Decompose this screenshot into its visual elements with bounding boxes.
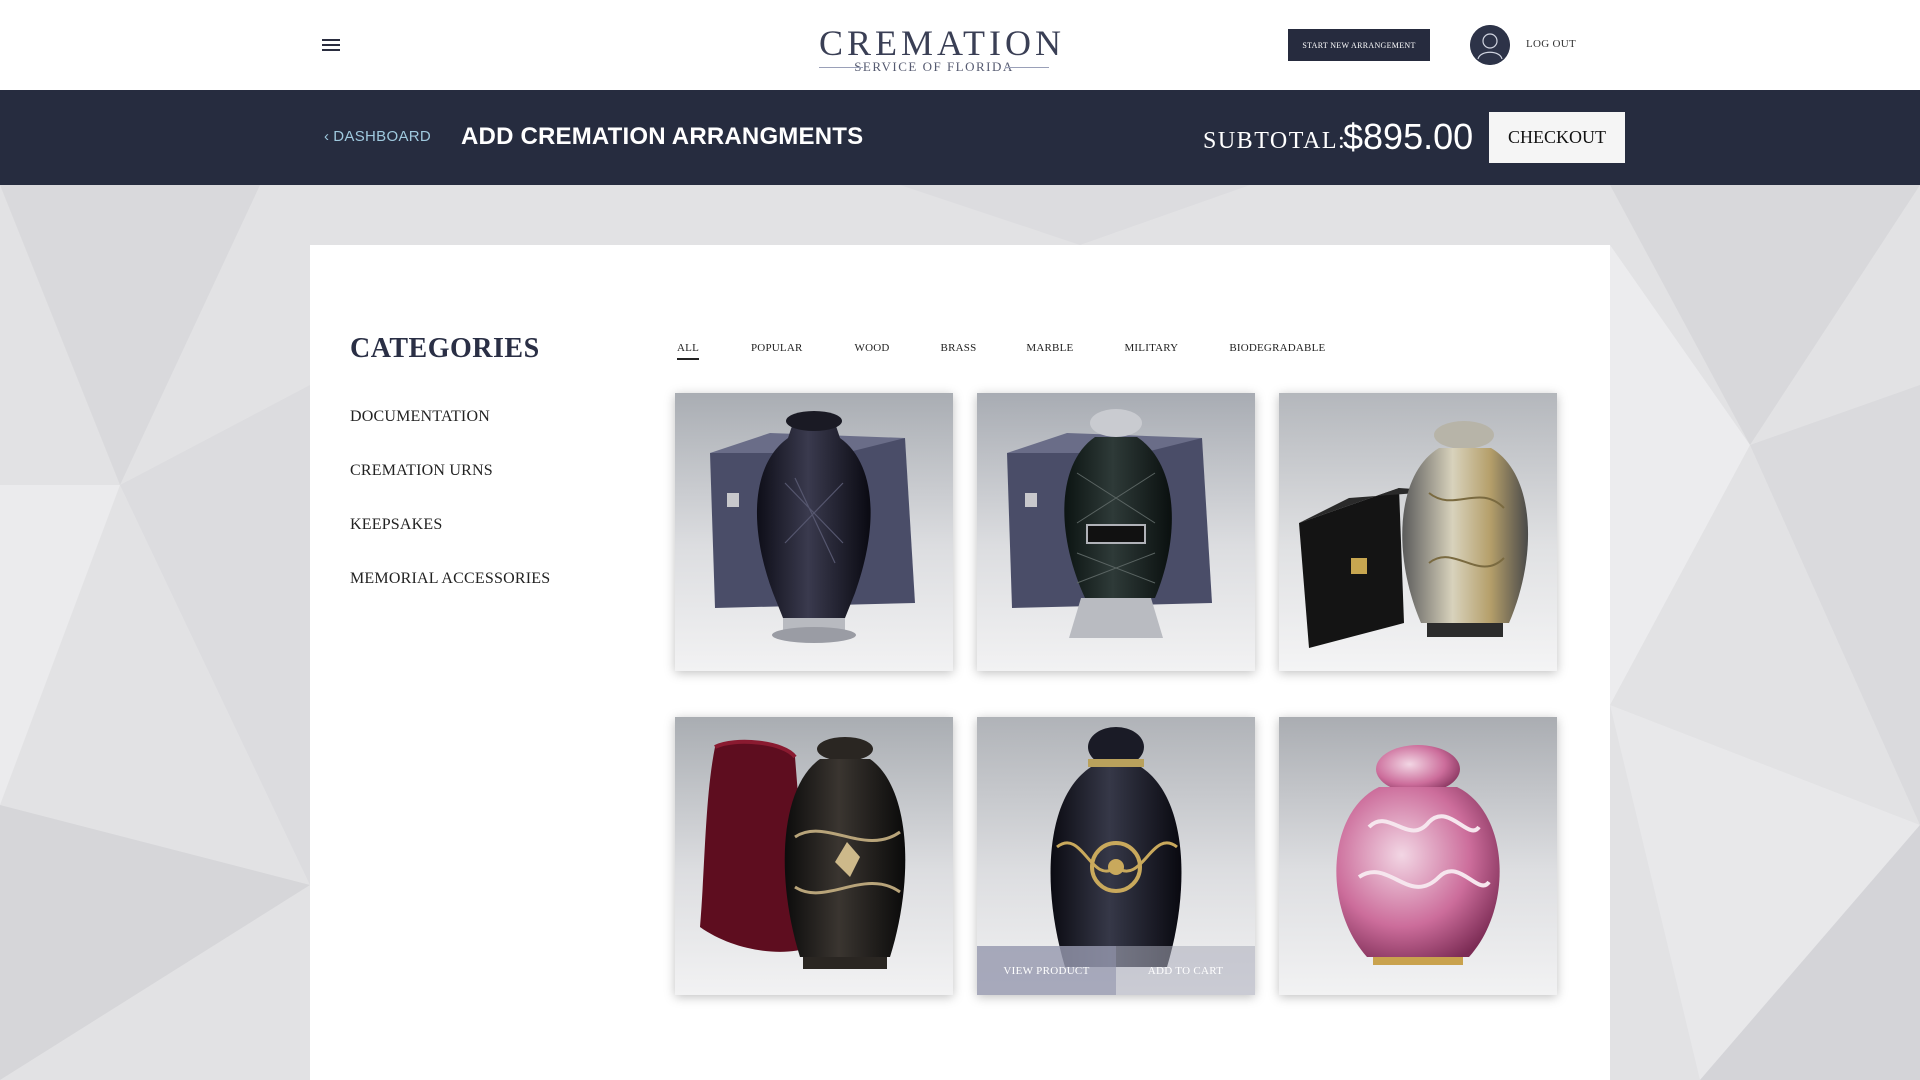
- product-image: [675, 393, 953, 671]
- product-image: [1279, 717, 1557, 995]
- menu-icon[interactable]: [322, 36, 344, 54]
- subtotal-label: SUBTOTAL:: [1203, 128, 1347, 154]
- product-image: [977, 393, 1255, 671]
- chevron-left-icon: ‹: [324, 128, 330, 145]
- categories-heading: CATEGORIES: [350, 333, 540, 364]
- subtotal-value: $895.00: [1343, 116, 1474, 157]
- add-to-cart-button[interactable]: ADD TO CART: [1116, 946, 1255, 995]
- filter-brass[interactable]: BRASS: [941, 342, 977, 360]
- filter-military[interactable]: MILITARY: [1124, 342, 1178, 360]
- dashboard-back-link[interactable]: ‹ DASHBOARD: [324, 128, 431, 145]
- product-hover-actions: VIEW PRODUCT ADD TO CART: [977, 946, 1255, 995]
- filter-tabs: ALL POPULAR WOOD BRASS MARBLE MILITARY B…: [662, 342, 1325, 360]
- category-memorial-accessories[interactable]: MEMORIAL ACCESSORIES: [350, 570, 550, 588]
- filter-all[interactable]: ALL: [677, 342, 699, 360]
- filter-marble[interactable]: MARBLE: [1026, 342, 1073, 360]
- product-card[interactable]: [1279, 393, 1557, 671]
- category-list: DOCUMENTATION CREMATION URNS KEEPSAKES M…: [350, 408, 550, 624]
- content-card: CATEGORIES DOCUMENTATION CREMATION URNS …: [310, 245, 1610, 1080]
- page-header-bar: ‹ DASHBOARD ADD CREMATION ARRANGMENTS SU…: [0, 90, 1920, 185]
- view-product-button[interactable]: VIEW PRODUCT: [977, 946, 1116, 995]
- product-card[interactable]: VIEW PRODUCT ADD TO CART: [977, 717, 1255, 995]
- product-image: [675, 717, 953, 995]
- logout-link[interactable]: LOG OUT: [1526, 38, 1576, 50]
- top-header: CREMATION SERVICE OF FLORIDA START NEW A…: [0, 0, 1920, 90]
- logo-subtitle: SERVICE OF FLORIDA: [819, 59, 1049, 75]
- category-cremation-urns[interactable]: CREMATION URNS: [350, 462, 550, 480]
- product-card[interactable]: [977, 393, 1255, 671]
- filter-popular[interactable]: POPULAR: [751, 342, 803, 360]
- logo-title: CREMATION: [819, 23, 1066, 63]
- dashboard-link-label: DASHBOARD: [333, 128, 432, 145]
- start-new-arrangement-button[interactable]: START NEW ARRANGEMENT: [1288, 29, 1430, 61]
- filter-wood[interactable]: WOOD: [855, 342, 890, 360]
- product-card[interactable]: [675, 717, 953, 995]
- category-keepsakes[interactable]: KEEPSAKES: [350, 516, 550, 534]
- product-image: [1279, 393, 1557, 671]
- user-avatar-icon[interactable]: [1470, 25, 1510, 65]
- page-title: ADD CREMATION ARRANGMENTS: [461, 123, 864, 150]
- category-documentation[interactable]: DOCUMENTATION: [350, 408, 550, 426]
- filter-biodegradable[interactable]: BIODEGRADABLE: [1229, 342, 1325, 360]
- logo[interactable]: CREMATION SERVICE OF FLORIDA: [819, 23, 1066, 75]
- product-card[interactable]: [1279, 717, 1557, 995]
- product-card[interactable]: [675, 393, 953, 671]
- checkout-button[interactable]: CHECKOUT: [1489, 112, 1625, 163]
